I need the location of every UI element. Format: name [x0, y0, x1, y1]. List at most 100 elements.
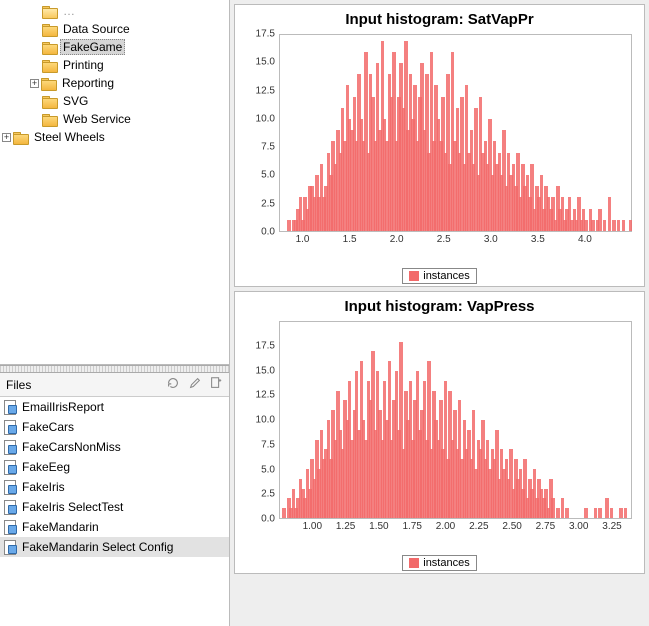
file-item[interactable]: EmailIrisReport	[0, 397, 229, 417]
x-tick-label: 1.75	[402, 521, 421, 532]
tree-label: Reporting	[59, 75, 117, 91]
histogram-bar	[610, 508, 614, 518]
x-tick-label: 3.00	[569, 521, 588, 532]
x-tick-label: 3.25	[602, 521, 621, 532]
histogram-bar	[565, 508, 569, 518]
histogram-bar	[608, 197, 612, 231]
report-file-icon	[4, 480, 18, 494]
histogram-bar	[605, 498, 609, 518]
tree-item[interactable]: FakeGame	[0, 38, 229, 56]
histogram-chart: Input histogram: VapPress0.02.55.07.510.…	[234, 291, 645, 574]
tree-label: Printing	[60, 57, 107, 73]
file-item[interactable]: FakeIris SelectTest	[0, 497, 229, 517]
tree-label: Data Source	[60, 21, 133, 37]
y-tick-label: 7.5	[261, 439, 275, 450]
tree-label: Web Service	[60, 111, 134, 127]
histogram-bar	[629, 220, 633, 231]
file-label: FakeIris	[22, 480, 65, 494]
x-tick-label: 4.0	[578, 234, 592, 245]
histogram-bar	[282, 508, 286, 518]
file-label: FakeCars	[22, 420, 74, 434]
x-tick-label: 1.50	[369, 521, 388, 532]
file-label: FakeEeg	[22, 460, 70, 474]
expander-icon[interactable]: +	[2, 133, 11, 142]
y-tick-label: 7.5	[261, 142, 275, 153]
x-tick-label: 1.25	[336, 521, 355, 532]
y-tick-label: 12.5	[256, 390, 275, 401]
folder-icon	[13, 131, 28, 143]
histogram-bar	[619, 508, 623, 518]
tree-label: Steel Wheels	[31, 129, 108, 145]
file-item[interactable]: FakeMandarin Select Config	[0, 537, 229, 557]
folder-icon	[42, 23, 57, 35]
histogram-chart: Input histogram: SatVapPr0.02.55.07.510.…	[234, 4, 645, 287]
new-file-icon[interactable]	[209, 376, 223, 390]
histogram-bar	[556, 508, 560, 518]
report-file-icon	[4, 500, 18, 514]
file-item[interactable]: FakeIris	[0, 477, 229, 497]
report-file-icon	[4, 420, 18, 434]
legend-swatch	[409, 558, 419, 568]
x-tick-label: 3.5	[531, 234, 545, 245]
legend-swatch	[409, 271, 419, 281]
file-item[interactable]: FakeEeg	[0, 457, 229, 477]
y-tick-label: 15.0	[256, 365, 275, 376]
histogram-bar	[591, 220, 595, 231]
files-list[interactable]: EmailIrisReport FakeCars FakeCarsNonMiss Fa…	[0, 397, 229, 626]
x-tick-label: 1.0	[296, 234, 310, 245]
file-item[interactable]: FakeMandarin	[0, 517, 229, 537]
tree-item[interactable]: Printing	[0, 56, 229, 74]
histogram-bar	[624, 508, 628, 518]
x-tick-label: 1.00	[303, 521, 322, 532]
y-tick-label: 15.0	[256, 57, 275, 68]
histogram-bar	[584, 508, 588, 518]
histogram-bar	[561, 498, 565, 518]
x-tick-label: 2.5	[437, 234, 451, 245]
report-file-icon	[4, 400, 18, 414]
file-item[interactable]: FakeCars	[0, 417, 229, 437]
y-tick-label: 17.5	[256, 29, 275, 40]
y-tick-label: 0.0	[261, 227, 275, 238]
folder-icon	[42, 113, 57, 125]
histogram-bar	[603, 220, 607, 231]
chart-title: Input histogram: SatVapPr	[239, 11, 640, 28]
report-file-icon	[4, 520, 18, 534]
x-tick-label: 3.0	[484, 234, 498, 245]
refresh-icon[interactable]	[166, 376, 180, 390]
histogram-bar	[612, 220, 616, 231]
expander-icon[interactable]: +	[30, 79, 39, 88]
tree-item[interactable]: + Steel Wheels	[0, 128, 229, 146]
y-tick-label: 2.5	[261, 489, 275, 500]
y-tick-label: 10.0	[256, 113, 275, 124]
split-handle[interactable]	[0, 365, 229, 373]
x-tick-label: 2.00	[436, 521, 455, 532]
y-tick-label: 0.0	[261, 514, 275, 525]
tree-item[interactable]: Web Service	[0, 110, 229, 128]
tree-item[interactable]: + Reporting	[0, 74, 229, 92]
report-file-icon	[4, 440, 18, 454]
tree-item[interactable]: Data Source	[0, 20, 229, 38]
file-label: FakeMandarin	[22, 520, 99, 534]
y-tick-label: 2.5	[261, 198, 275, 209]
folder-icon	[42, 41, 57, 53]
legend: instances	[402, 268, 476, 284]
histogram-bar	[287, 220, 291, 231]
tree-label: SVG	[60, 93, 91, 109]
histogram-bar	[622, 220, 626, 231]
report-file-icon	[4, 460, 18, 474]
files-toolbar	[162, 376, 223, 393]
y-tick-label: 12.5	[256, 85, 275, 96]
file-label: FakeMandarin Select Config	[22, 540, 173, 554]
report-file-icon	[4, 540, 18, 554]
file-item[interactable]: FakeCarsNonMiss	[0, 437, 229, 457]
tree-item[interactable]: SVG	[0, 92, 229, 110]
y-tick-label: 17.5	[256, 340, 275, 351]
histogram-bar	[598, 508, 602, 518]
edit-icon[interactable]	[188, 376, 202, 390]
legend-label: instances	[423, 270, 469, 282]
folder-tree[interactable]: …Data SourceFakeGamePrinting+ReportingSV…	[0, 0, 229, 365]
histogram-bar	[617, 220, 621, 231]
x-tick-label: 2.50	[502, 521, 521, 532]
legend: instances	[402, 555, 476, 571]
x-tick-label: 2.25	[469, 521, 488, 532]
